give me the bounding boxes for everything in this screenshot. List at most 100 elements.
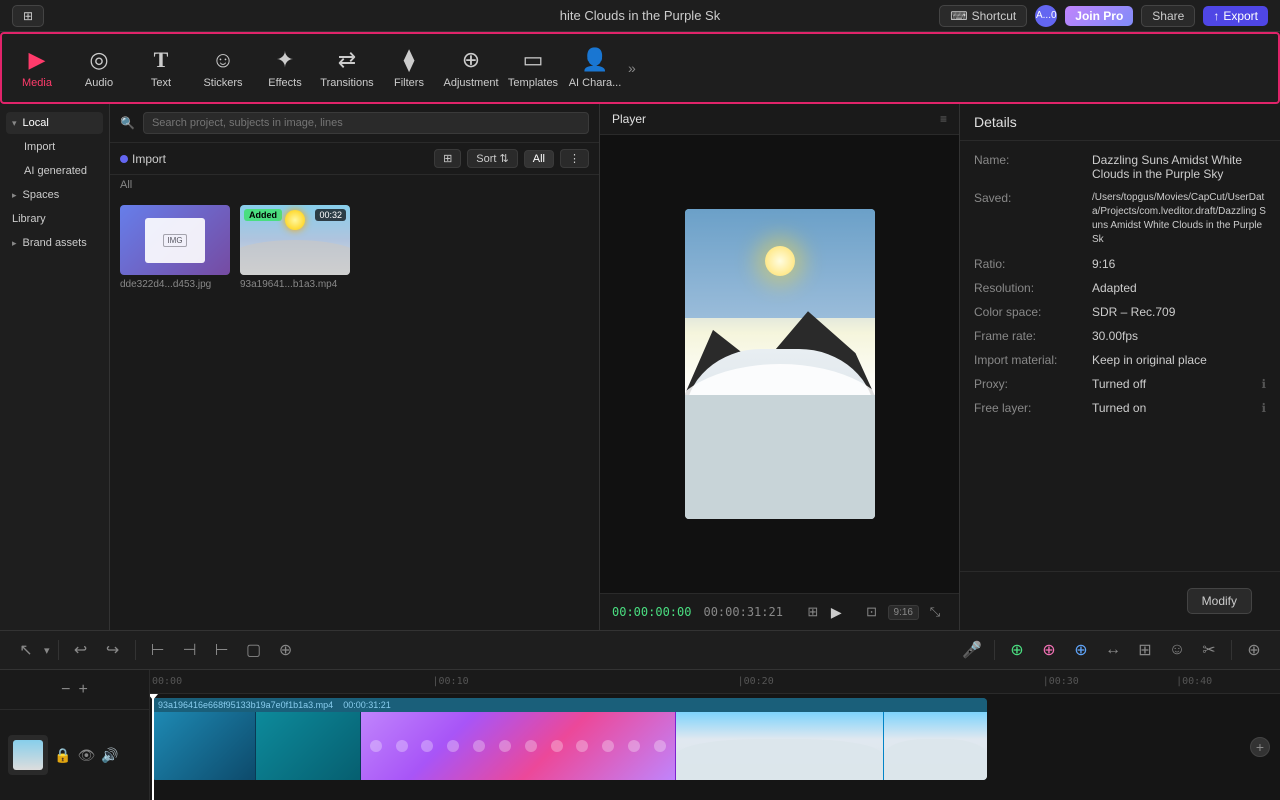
- toolbar-item-filters[interactable]: ⧫ Filters: [378, 33, 440, 103]
- detail-value-saved: /Users/topgus/Movies/CapCut/UserData/Pro…: [1092, 191, 1266, 247]
- zoom-in-icon[interactable]: +: [79, 681, 88, 699]
- crop-button[interactable]: ▢: [240, 636, 268, 664]
- import-button[interactable]: Import: [120, 152, 166, 166]
- media-filename: dde322d4...d453.jpg: [120, 279, 230, 290]
- sidebar-item-ai-generated[interactable]: AI generated: [6, 160, 103, 182]
- toolbar-item-effects[interactable]: ✦ Effects: [254, 33, 316, 103]
- sidebar-local-label: Local: [23, 117, 49, 129]
- timeline-cursor[interactable]: [152, 694, 154, 800]
- chevron-right-icon: ▸: [12, 190, 17, 201]
- fullscreen-icon[interactable]: ⤡: [923, 600, 947, 624]
- trim-left-button[interactable]: ⊣: [176, 636, 204, 664]
- proxy-info-icon[interactable]: ℹ: [1261, 377, 1266, 391]
- sidebar-item-spaces[interactable]: ▸ Spaces: [6, 184, 103, 206]
- audio-insert-button[interactable]: ⊕: [1035, 636, 1063, 664]
- text-insert-button[interactable]: ⊕: [1067, 636, 1095, 664]
- emoji-button[interactable]: ☺: [1163, 636, 1191, 664]
- select-dropdown-icon[interactable]: ▾: [44, 644, 50, 657]
- crop-icon[interactable]: ⊡: [860, 600, 884, 624]
- ruler-tick-40: |00:40: [1176, 676, 1212, 687]
- monitor-button[interactable]: ⊞: [12, 5, 44, 27]
- list-item[interactable]: IMG dde322d4...d453.jpg: [120, 205, 230, 290]
- visibility-icon[interactable]: 👁: [77, 747, 95, 764]
- export-arrow-icon: ↑: [1213, 9, 1219, 23]
- overlay-button[interactable]: ⊞: [1131, 636, 1159, 664]
- sidebar-item-library[interactable]: Library: [6, 208, 103, 230]
- audio-mute-icon[interactable]: 🔊: [101, 747, 118, 764]
- player-video: [600, 135, 959, 593]
- sidebar-item-local[interactable]: ▾ Local: [6, 112, 103, 134]
- toolbar-expand-button[interactable]: »: [628, 60, 636, 76]
- toolbar-item-templates[interactable]: ▭ Templates: [502, 33, 564, 103]
- toolbar-item-text[interactable]: T Text: [130, 33, 192, 103]
- detail-label-ratio: Ratio:: [974, 257, 1084, 271]
- toolbar-item-audio[interactable]: ◎ Audio: [68, 33, 130, 103]
- ruler-tick-0: 00:00: [152, 676, 182, 687]
- export-button[interactable]: ↑ Export: [1203, 6, 1268, 26]
- select-tool-button[interactable]: ↖: [12, 636, 40, 664]
- mark-button[interactable]: ⊕: [272, 636, 300, 664]
- media-view-controls: ⊞ Sort ⇅ All ⋮: [434, 149, 589, 168]
- ratio-badge[interactable]: 9:16: [888, 605, 919, 620]
- search-input[interactable]: [143, 112, 589, 134]
- redo-button[interactable]: ↪: [99, 636, 127, 664]
- search-icon: 🔍: [120, 116, 135, 130]
- toolbar-label-text: Text: [151, 77, 171, 89]
- microphone-button[interactable]: 🎤: [958, 636, 986, 664]
- toolbar-item-stickers[interactable]: ☺ Stickers: [192, 33, 254, 103]
- zoom-in-button[interactable]: ⊕: [1240, 636, 1268, 664]
- grid-view-button[interactable]: ⊞: [434, 149, 461, 168]
- sidebar-item-brand-assets[interactable]: ▸ Brand assets: [6, 232, 103, 254]
- stickers-icon: ☺: [212, 47, 234, 73]
- all-filter-button[interactable]: All: [524, 150, 554, 168]
- grid-btn[interactable]: ⊞: [801, 600, 825, 624]
- playback-buttons: ⊞ ▶: [801, 600, 842, 624]
- import-label: Import: [132, 152, 166, 166]
- toolbar-label-aicharacter: AI Chara...: [569, 77, 622, 89]
- transition-insert-button[interactable]: ↔: [1099, 636, 1127, 664]
- clip-filename: 93a196416e668f95133b19a7e0f1b1a3.mp4: [158, 700, 333, 710]
- split-button[interactable]: ⊢: [144, 636, 172, 664]
- filter-options-button[interactable]: ⋮: [560, 149, 589, 168]
- toolbar-label-templates: Templates: [508, 77, 558, 89]
- aicharacter-icon: 👤: [581, 47, 608, 73]
- media-panel: 🔍 Import ⊞ Sort ⇅ All ⋮ All: [110, 104, 600, 630]
- effects-icon: ✦: [276, 47, 294, 73]
- detail-row-saved: Saved: /Users/topgus/Movies/CapCut/UserD…: [974, 191, 1266, 247]
- list-item[interactable]: Added 00:32 93a19641...b1a3.mp4: [240, 205, 350, 290]
- play-button[interactable]: ▶: [831, 604, 842, 621]
- toolbar-item-adjustment[interactable]: ⊕ Adjustment: [440, 33, 502, 103]
- undo-button[interactable]: ↩: [67, 636, 95, 664]
- join-pro-button[interactable]: Join Pro: [1065, 6, 1133, 26]
- detail-label-name: Name:: [974, 153, 1084, 181]
- zoom-out-icon[interactable]: −: [61, 681, 70, 699]
- video-clip[interactable]: 93a196416e668f95133b19a7e0f1b1a3.mp4 00:…: [152, 698, 987, 780]
- video-insert-button[interactable]: ⊕: [1003, 636, 1031, 664]
- toolbar-item-transitions[interactable]: ⇄ Transitions: [316, 33, 378, 103]
- toolbar-separator-4: [1231, 640, 1232, 660]
- detail-row-ratio: Ratio: 9:16: [974, 257, 1266, 271]
- lock-icon[interactable]: 🔒: [54, 747, 71, 764]
- detail-row-framerate: Frame rate: 30.00fps: [974, 329, 1266, 343]
- toolbar-label-stickers: Stickers: [203, 77, 242, 89]
- shortcut-button[interactable]: ⌨ Shortcut: [939, 5, 1027, 27]
- sidebar-brand-label: Brand assets: [23, 237, 87, 249]
- text-icon: T: [154, 47, 169, 73]
- modify-button[interactable]: Modify: [1187, 588, 1252, 614]
- toolbar-item-aicharacter[interactable]: 👤 AI Chara...: [564, 33, 626, 103]
- detail-label-colorspace: Color space:: [974, 305, 1084, 319]
- player-menu-icon[interactable]: ≡: [940, 112, 947, 126]
- share-button[interactable]: Share: [1141, 5, 1195, 27]
- detail-row-import-material: Import material: Keep in original place: [974, 353, 1266, 367]
- trim-right-button[interactable]: ⊢: [208, 636, 236, 664]
- sidebar-item-import[interactable]: Import: [6, 136, 103, 158]
- clip-header: 93a196416e668f95133b19a7e0f1b1a3.mp4 00:…: [152, 698, 987, 712]
- avatar[interactable]: A...0: [1035, 5, 1057, 27]
- toolbar-item-media[interactable]: ▶ Media: [6, 33, 68, 103]
- details-title: Details: [974, 114, 1017, 130]
- cut-button[interactable]: ✂: [1195, 636, 1223, 664]
- add-track-button[interactable]: +: [1250, 737, 1270, 757]
- sidebar-library-label: Library: [12, 213, 46, 225]
- sort-button[interactable]: Sort ⇅: [467, 149, 517, 168]
- freelayer-info-icon[interactable]: ℹ: [1261, 401, 1266, 415]
